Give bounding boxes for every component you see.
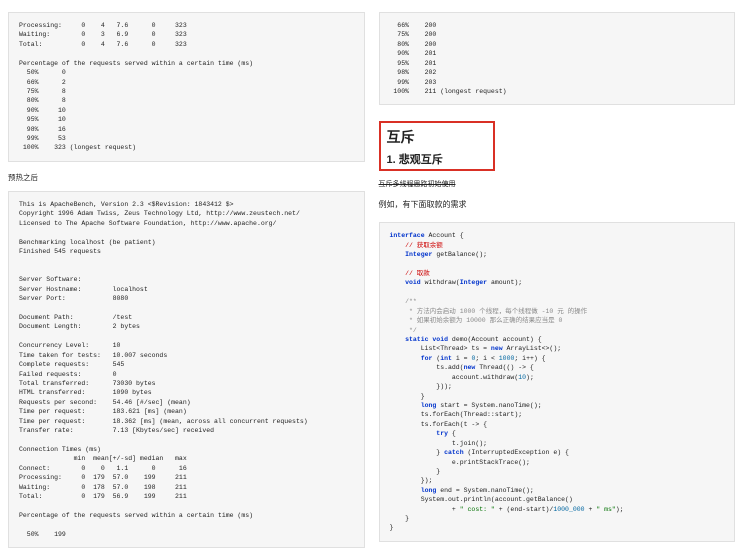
code-text: This is ApacheBench, Version 2.3 <$Revis…: [19, 201, 308, 538]
heading-mutex: 互斥: [387, 127, 487, 147]
heading-pessimistic: 1. 悲观互斥: [387, 151, 487, 167]
code-text: Processing: 0 4 7.6 0 323 Waiting: 0 3 6…: [19, 22, 253, 151]
code-block-java: interface Account { // 获取余额 Integer getB…: [379, 222, 736, 542]
code-block-percentile-1: Processing: 0 4 7.6 0 323 Waiting: 0 3 6…: [8, 12, 365, 162]
code-block-ab-output: This is ApacheBench, Version 2.3 <$Revis…: [8, 191, 365, 548]
paragraph-intro: 例如，有下面取款的需求: [379, 199, 736, 210]
caption-after-warmup: 预热之后: [8, 172, 365, 183]
right-column: 66% 200 75% 200 80% 200 90% 201 95% 201 …: [379, 8, 736, 552]
heading-box: 互斥 1. 悲观互斥: [379, 121, 495, 171]
left-column: Processing: 0 4 7.6 0 323 Waiting: 0 3 6…: [8, 8, 365, 552]
strikethrough-note: 互斥多线程思路初始使用: [379, 179, 736, 189]
code-block-percentile-2: 66% 200 75% 200 80% 200 90% 201 95% 201 …: [379, 12, 736, 105]
code-text: 66% 200 75% 200 80% 200 90% 201 95% 201 …: [390, 22, 507, 95]
